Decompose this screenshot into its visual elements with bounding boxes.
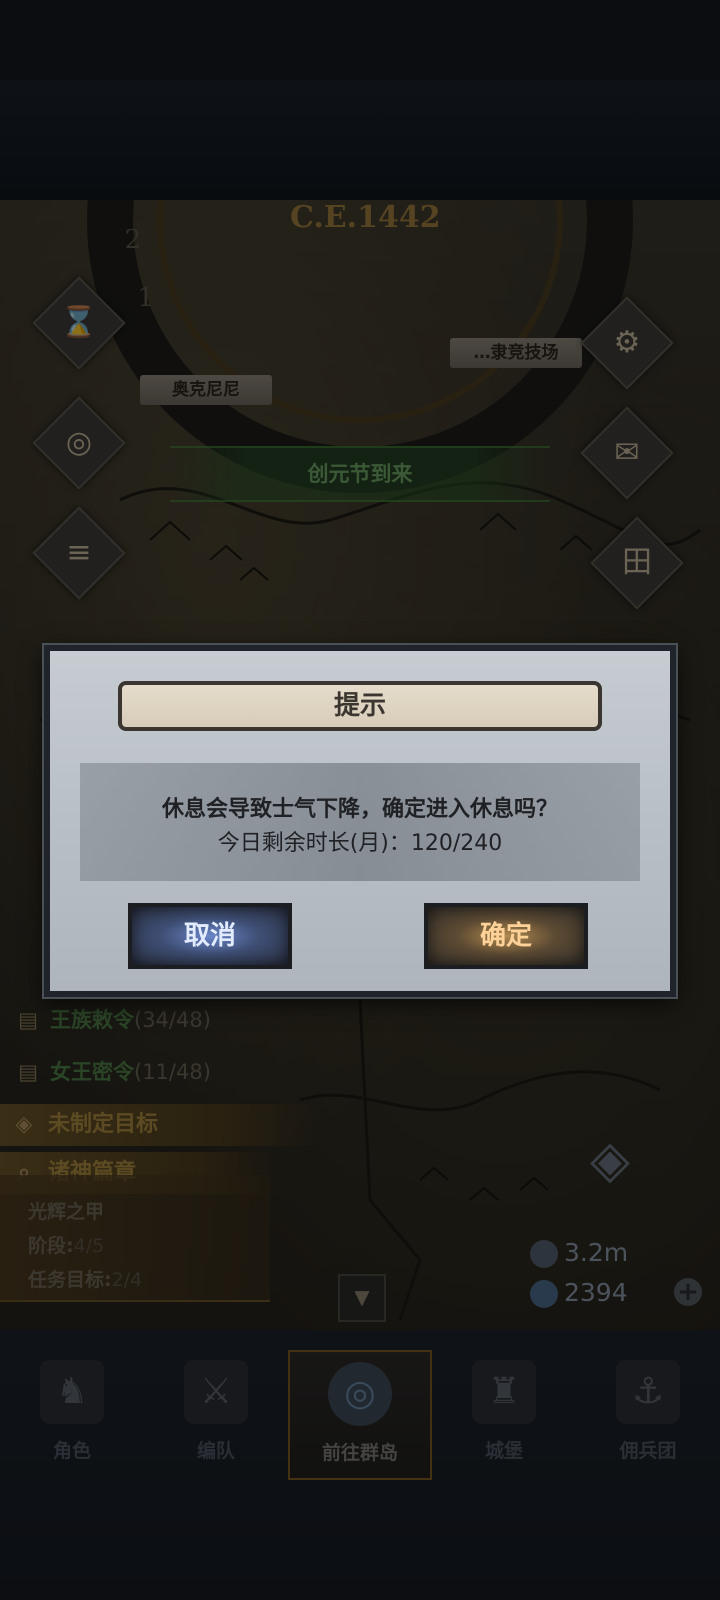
rest-confirm-dialog: 提示 休息会导致士气下降，确定进入休息吗？ 今日剩余时长(月)：120/240 … [42,643,678,999]
nav-item-castle[interactable]: ♜ 城堡 [432,1350,576,1480]
chapter-task: 任务目标:2/4 [28,1269,143,1291]
nav-item-character[interactable]: ♞ 角色 [0,1350,144,1480]
nav-item-formation[interactable]: ⚔ 编队 [144,1350,288,1480]
quest-row[interactable]: ▤ 女王密令(11/48) [0,1050,211,1094]
cancel-button[interactable]: 取消 [128,903,292,969]
dial-number: 1 [137,283,154,313]
dialog-title: 提示 [118,681,602,731]
silver-icon [530,1240,558,1268]
event-banner[interactable]: 创元节到来 [170,446,550,502]
place-tag-orkney[interactable]: 奥克尼尼 [140,375,272,405]
place-tag-arena[interactable]: …隶竞技场 [450,338,582,368]
top-bar [0,80,720,200]
hourglass-icon: ⌛ [60,305,98,340]
character-icon: ♞ [40,1360,104,1424]
castle-icon: ♜ [472,1360,536,1424]
confirm-button[interactable]: 确定 [424,903,588,969]
add-resource-button[interactable]: + [674,1278,702,1306]
scroll-icon: ▤ [18,1060,38,1084]
era-label: C.E.1442 [290,200,441,235]
bag-icon: ◎ [65,425,93,460]
gem-icon [530,1280,558,1308]
grid-icon: 田 [622,545,652,580]
formation-icon: ⚔ [184,1360,248,1424]
dialog-message-line2: 今日剩余时长(月)：120/240 [217,831,503,856]
chapter-stage: 阶段:4/5 [28,1235,105,1257]
plus-icon: + [677,1277,699,1307]
target-icon: ◈ [15,1112,33,1137]
scroll-icon: ≡ [66,535,92,570]
nav-item-mercenary[interactable]: ⚓ 佣兵团 [576,1350,720,1480]
bottom-nav: ♞ 角色 ⚔ 编队 ◎ 前往群岛 ♜ 城堡 ⚓ 佣兵团 [0,1350,720,1480]
chapter-name: 光辉之甲 [28,1201,105,1223]
dial-number: 2 [125,225,142,255]
goal-bar[interactable]: ◈ 未制定目标 [0,1104,320,1146]
silver-resource: 3.2m [530,1236,628,1270]
mercenary-icon: ⚓ [616,1360,680,1424]
chevron-down-icon: ▼ [354,1285,370,1309]
gem-resource: 2394 [530,1276,628,1310]
game-screen: 123456789101112 C.E.1442 奥克尼尼 …隶竞技场 创元节到… [0,0,720,1600]
crosshair-icon: ◈ [590,1130,630,1190]
nav-item-islands[interactable]: ◎ 前往群岛 [288,1350,432,1480]
scroll-icon: ▤ [18,1008,38,1032]
locate-button[interactable]: ◈ [560,1125,660,1195]
islands-icon: ◎ [328,1362,392,1426]
dialog-message: 休息会导致士气下降，确定进入休息吗？ 今日剩余时长(月)：120/240 [80,763,640,881]
envelope-icon: ✉ [614,435,640,470]
chapter-panel[interactable]: 光辉之甲 阶段:4/5 任务目标:2/4 [0,1175,270,1302]
quest-row[interactable]: ▤ 王族敕令(34/48) [0,998,211,1042]
gear-icon: ⚙ [613,325,641,360]
collapse-button[interactable]: ▼ [338,1274,386,1322]
dialog-message-line1: 休息会导致士气下降，确定进入休息吗？ [161,797,558,822]
